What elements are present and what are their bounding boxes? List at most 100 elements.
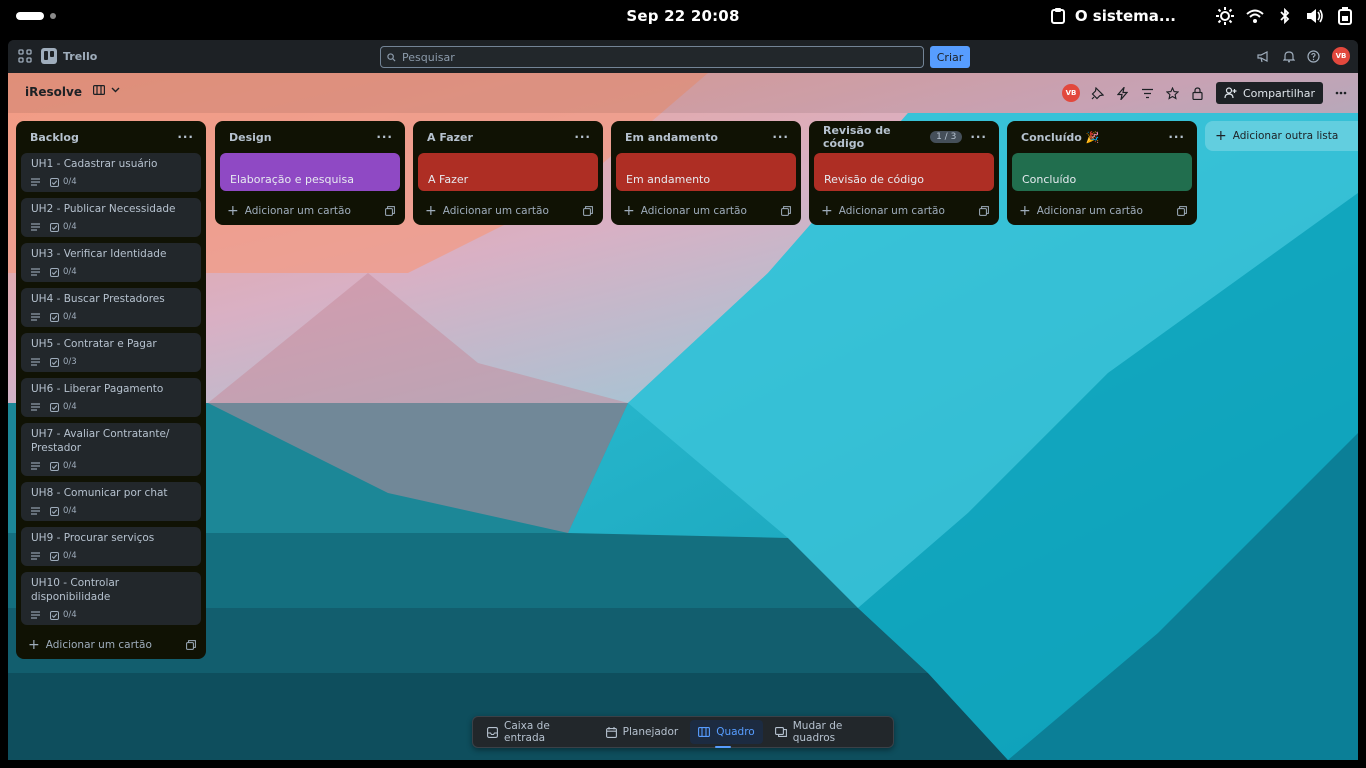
list-column[interactable]: Em andamento ··· Em andamento + Adicionar um…: [611, 121, 801, 225]
list-title[interactable]: Backlog: [30, 131, 177, 144]
add-card-button[interactable]: + Adicionar um cartão: [611, 197, 801, 225]
filter-icon[interactable]: [1141, 86, 1155, 100]
help-icon[interactable]: [1307, 49, 1320, 63]
template-icon[interactable]: [186, 640, 196, 650]
list-title[interactable]: Em andamento: [625, 131, 772, 144]
list-title[interactable]: Concluído 🎉: [1021, 131, 1168, 144]
card-badges: 0/4: [31, 460, 191, 472]
backlog-card[interactable]: UH8 - Comunicar por chat 0/4: [21, 482, 201, 521]
list-column[interactable]: Concluído 🎉 ··· Concluído + Adicionar um car…: [1007, 121, 1197, 225]
backlog-card[interactable]: UH3 - Verificar Identidade 0/4: [21, 243, 201, 282]
planner-tab[interactable]: Planejador: [598, 720, 687, 744]
list-menu-icon[interactable]: ···: [574, 130, 591, 144]
list-title[interactable]: Revisão de código: [823, 124, 930, 150]
cover-card-title: Em andamento: [626, 173, 711, 186]
card-badges: 0/4: [31, 401, 191, 413]
volume-icon[interactable]: [1306, 7, 1324, 25]
backlog-card-container: UH1 - Cadastrar usuário 0/4 UH2 - Publicar…: [16, 153, 206, 625]
inbox-tab[interactable]: Caixa de entrada: [479, 720, 594, 744]
list-menu-icon[interactable]: ···: [772, 130, 789, 144]
trello-window: Trello Pesquisar Criar VB iResolve VB Co…: [8, 40, 1358, 760]
automation-lightning-icon[interactable]: [1116, 86, 1130, 100]
list-column[interactable]: Design ··· Elaboração e pesquisa + Adicionar…: [215, 121, 405, 225]
backlog-card[interactable]: UH1 - Cadastrar usuário 0/4: [21, 153, 201, 192]
add-list-button[interactable]: + Adicionar outra lista: [1205, 121, 1358, 151]
add-card-button[interactable]: + Adicionar um cartão: [1007, 197, 1197, 225]
list-title[interactable]: Design: [229, 131, 376, 144]
add-card-label: Adicionar um cartão: [838, 205, 945, 217]
list-menu-icon[interactable]: ···: [970, 130, 987, 144]
backlog-card[interactable]: UH4 - Buscar Prestadores 0/4: [21, 288, 201, 327]
list-column[interactable]: A Fazer ··· A Fazer + Adicionar um cartão: [413, 121, 603, 225]
template-icon[interactable]: [1177, 206, 1187, 216]
star-icon[interactable]: [1166, 86, 1180, 100]
template-icon[interactable]: [583, 206, 593, 216]
search-placeholder: Pesquisar: [402, 50, 455, 64]
cover-card[interactable]: Concluído: [1012, 153, 1192, 191]
share-button[interactable]: Compartilhar: [1215, 82, 1323, 104]
inbox-icon: [487, 726, 498, 738]
description-icon: [31, 313, 40, 321]
template-icon[interactable]: [781, 206, 791, 216]
list-backlog[interactable]: Backlog ··· UH1 - Cadastrar usuário 0/4 UH…: [16, 121, 206, 659]
card-title: UH4 - Buscar Prestadores: [31, 293, 165, 305]
pin-icon[interactable]: [1091, 86, 1105, 100]
calendar-icon: [605, 726, 617, 738]
card-title: UH8 - Comunicar por chat: [31, 487, 168, 499]
backlog-card[interactable]: UH2 - Publicar Necessidade 0/4: [21, 198, 201, 237]
apps-grid-icon[interactable]: [18, 49, 32, 63]
checklist-icon: [50, 177, 59, 187]
cover-card[interactable]: Em andamento: [616, 153, 796, 191]
notification-indicator[interactable]: O sistema...: [1049, 7, 1176, 25]
description-icon: [31, 268, 40, 276]
add-card-button[interactable]: + Adicionar um cartão: [215, 197, 405, 225]
add-card-button[interactable]: + Adicionar um cartão: [16, 631, 206, 659]
backlog-card[interactable]: UH7 - Avaliar Contratante/ Prestador 0/4: [21, 423, 201, 476]
plus-icon: +: [821, 203, 833, 219]
switch-boards-tab[interactable]: Mudar de quadros: [767, 720, 887, 744]
board-title[interactable]: iResolve: [25, 85, 82, 99]
trello-logo[interactable]: Trello: [41, 48, 97, 64]
list-menu-icon[interactable]: ···: [177, 130, 194, 144]
battery-icon[interactable]: [1336, 7, 1354, 25]
list-menu-icon[interactable]: ···: [1168, 130, 1185, 144]
create-button[interactable]: Criar: [930, 46, 970, 68]
plus-icon: +: [425, 203, 437, 219]
add-person-icon: [1224, 87, 1237, 99]
bell-icon[interactable]: [1282, 50, 1295, 63]
brightness-icon[interactable]: [1216, 7, 1234, 25]
checklist-icon: [50, 267, 59, 277]
add-card-button[interactable]: + Adicionar um cartão: [413, 197, 603, 225]
more-options-icon[interactable]: [1334, 86, 1348, 100]
board-view-switcher[interactable]: [93, 85, 120, 95]
backlog-card[interactable]: UH5 - Contratar e Pagar 0/3: [21, 333, 201, 372]
cover-card[interactable]: Revisão de código: [814, 153, 994, 191]
template-icon[interactable]: [385, 206, 395, 216]
bluetooth-icon[interactable]: [1276, 7, 1294, 25]
search-icon: [387, 52, 396, 62]
cover-card-title: Revisão de código: [824, 173, 924, 186]
cover-card[interactable]: Elaboração e pesquisa: [220, 153, 400, 191]
template-icon[interactable]: [979, 206, 989, 216]
card-badges: 0/4: [31, 221, 191, 233]
board-tab[interactable]: Quadro: [690, 720, 763, 748]
list-title[interactable]: A Fazer: [427, 131, 574, 144]
search-input[interactable]: Pesquisar: [380, 46, 924, 68]
cover-card[interactable]: A Fazer: [418, 153, 598, 191]
checklist-icon: [50, 506, 59, 516]
member-avatar[interactable]: VB: [1061, 84, 1080, 102]
backlog-card[interactable]: UH6 - Liberar Pagamento 0/4: [21, 378, 201, 417]
backlog-card[interactable]: UH10 - Controlar disponibilidade 0/4: [21, 572, 201, 625]
clipboard-icon: [1049, 7, 1067, 25]
list-menu-icon[interactable]: ···: [376, 130, 393, 144]
wifi-icon[interactable]: [1246, 7, 1264, 25]
lock-icon[interactable]: [1191, 86, 1205, 100]
app-name: Trello: [63, 49, 98, 63]
list-column[interactable]: Revisão de código 1 / 3 ··· Revisão de códi…: [809, 121, 999, 225]
megaphone-icon[interactable]: [1257, 50, 1270, 63]
add-card-button[interactable]: + Adicionar um cartão: [809, 197, 999, 225]
checklist-icon: [50, 312, 59, 322]
card-badges: 0/4: [31, 550, 191, 562]
backlog-card[interactable]: UH9 - Procurar serviços 0/4: [21, 527, 201, 566]
user-avatar[interactable]: VB: [1332, 47, 1350, 65]
